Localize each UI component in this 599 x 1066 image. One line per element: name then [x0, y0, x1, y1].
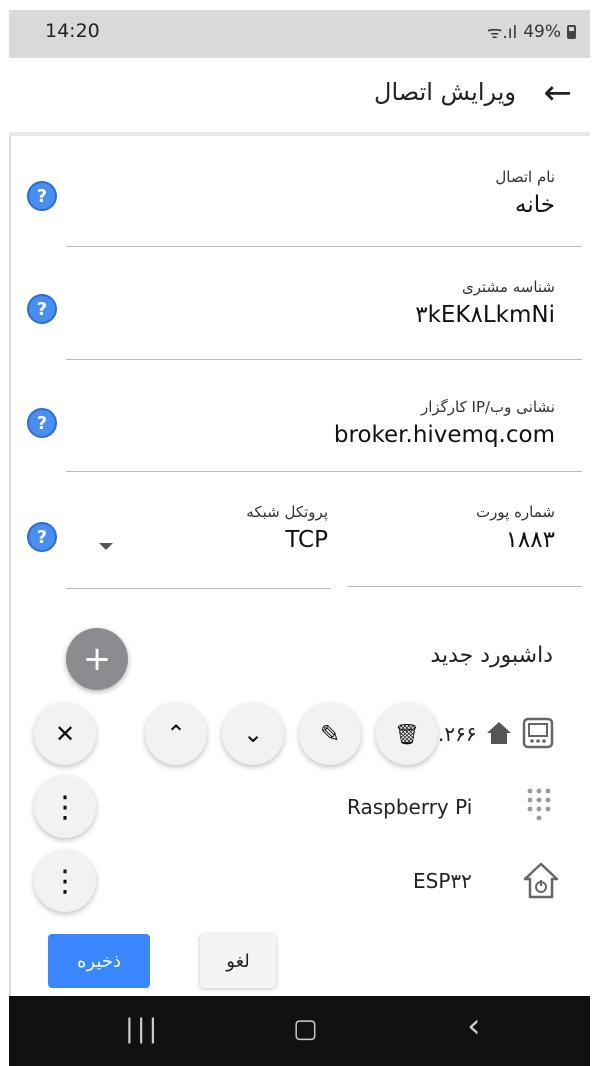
port-label: شماره پورت — [476, 503, 555, 521]
broker-address-underline — [66, 471, 582, 472]
status-bar: 14:20 ᯤ.ıl 49% — [9, 10, 590, 58]
connection-name-field[interactable]: نام اتصال خانه — [155, 168, 555, 218]
protocol-label: پروتکل شبکه — [246, 503, 328, 521]
back-nav-icon[interactable]: ‹ — [467, 1006, 481, 1046]
device-panel-icon — [520, 715, 556, 751]
home-power-icon — [522, 860, 560, 902]
delete-button[interactable]: 🗑 — [376, 703, 438, 765]
back-arrow-icon[interactable]: ← — [544, 76, 573, 110]
home-icon — [484, 718, 514, 748]
cancel-button[interactable]: لغو — [200, 934, 276, 988]
help-icon[interactable]: ? — [27, 408, 57, 438]
recents-icon[interactable]: ||| — [125, 1014, 160, 1044]
protocol-value[interactable]: TCP — [128, 527, 328, 553]
client-id-field[interactable]: شناسه مشتری ۳kEK۸LkmNi — [155, 278, 555, 328]
save-button[interactable]: ذخیره — [48, 934, 150, 988]
connection-name-underline — [66, 246, 582, 247]
connection-name-input[interactable]: خانه — [155, 192, 555, 218]
status-indicators: ᯤ.ıl 49% — [487, 20, 576, 43]
battery-icon — [567, 24, 576, 39]
client-id-underline — [66, 359, 582, 360]
broker-address-field[interactable]: نشانی وب/IP کارگزار broker.hivemq.com — [95, 398, 555, 448]
new-dashboard-heading: داشبورد جدید — [430, 643, 553, 668]
broker-address-label: نشانی وب/IP کارگزار — [420, 398, 555, 416]
protocol-underline — [66, 588, 331, 589]
connection-name-label: نام اتصال — [495, 168, 555, 186]
port-input[interactable]: ۱۸۸۳ — [355, 527, 555, 553]
move-down-button[interactable]: ⌄ — [222, 703, 284, 765]
list-item-label: ESP۳۲ — [413, 869, 472, 893]
app-bar: ← ویرایش اتصال — [9, 58, 590, 136]
broker-address-input[interactable]: broker.hivemq.com — [95, 422, 555, 448]
port-field[interactable]: شماره پورت ۱۸۸۳ — [355, 503, 555, 553]
more-options-button[interactable]: ⋮ — [34, 850, 96, 912]
add-dashboard-button[interactable]: + — [66, 628, 128, 690]
help-icon[interactable]: ? — [27, 522, 57, 552]
battery-percent: 49% — [523, 21, 561, 42]
page-title: ویرایش اتصال — [374, 78, 516, 106]
status-time: 14:20 — [45, 20, 100, 42]
system-nav-bar: ||| ▢ ‹ — [9, 996, 590, 1066]
list-item-label: .۲۶۶ — [438, 722, 477, 746]
chevron-down-icon[interactable] — [99, 543, 113, 550]
protocol-select[interactable]: پروتکل شبکه TCP — [128, 503, 328, 553]
left-edge-rule — [9, 136, 11, 996]
move-up-button[interactable]: ⌃ — [145, 703, 207, 765]
close-button[interactable]: ✕ — [34, 703, 96, 765]
list-item-label: Raspberry Pi — [347, 795, 473, 819]
client-id-input[interactable]: ۳kEK۸LkmNi — [155, 302, 555, 328]
help-icon[interactable]: ? — [27, 294, 57, 324]
port-underline — [347, 586, 582, 587]
edit-button[interactable]: ✎ — [299, 703, 361, 765]
help-icon[interactable]: ? — [27, 181, 57, 211]
signal-icon: ᯤ.ıl — [486, 23, 518, 43]
more-options-button[interactable]: ⋮ — [34, 776, 96, 838]
client-id-label: شناسه مشتری — [461, 278, 555, 296]
home-button-icon[interactable]: ▢ — [293, 1014, 318, 1044]
grid-dots-icon — [524, 786, 554, 826]
